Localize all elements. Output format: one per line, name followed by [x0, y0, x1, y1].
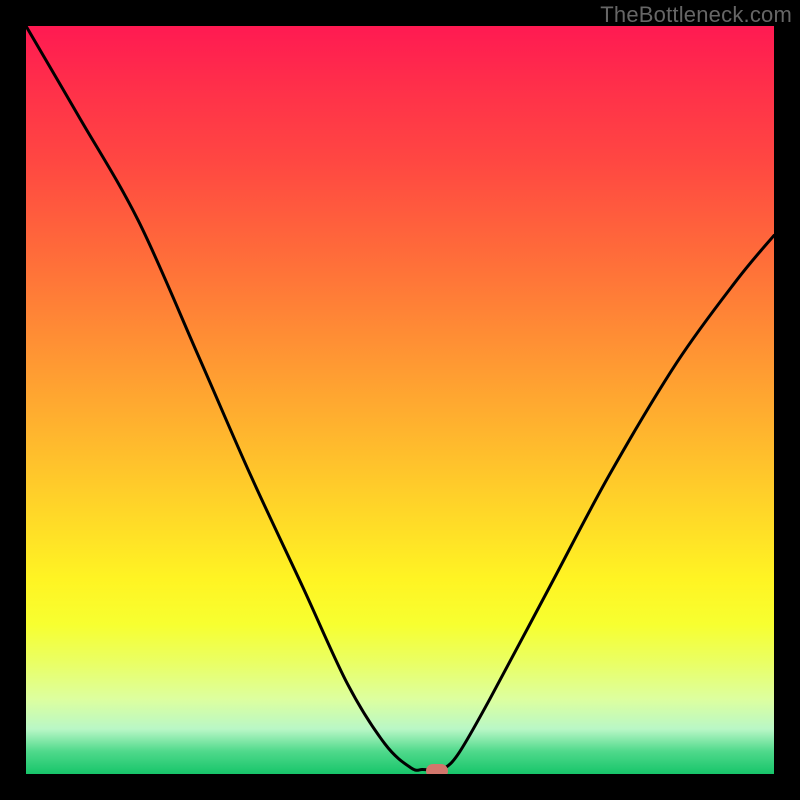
bottleneck-curve — [26, 26, 774, 770]
chart-frame: TheBottleneck.com — [0, 0, 800, 800]
plot-area — [26, 26, 774, 774]
attribution-text: TheBottleneck.com — [600, 2, 792, 28]
optimal-marker — [426, 764, 448, 774]
curve-svg — [26, 26, 774, 774]
